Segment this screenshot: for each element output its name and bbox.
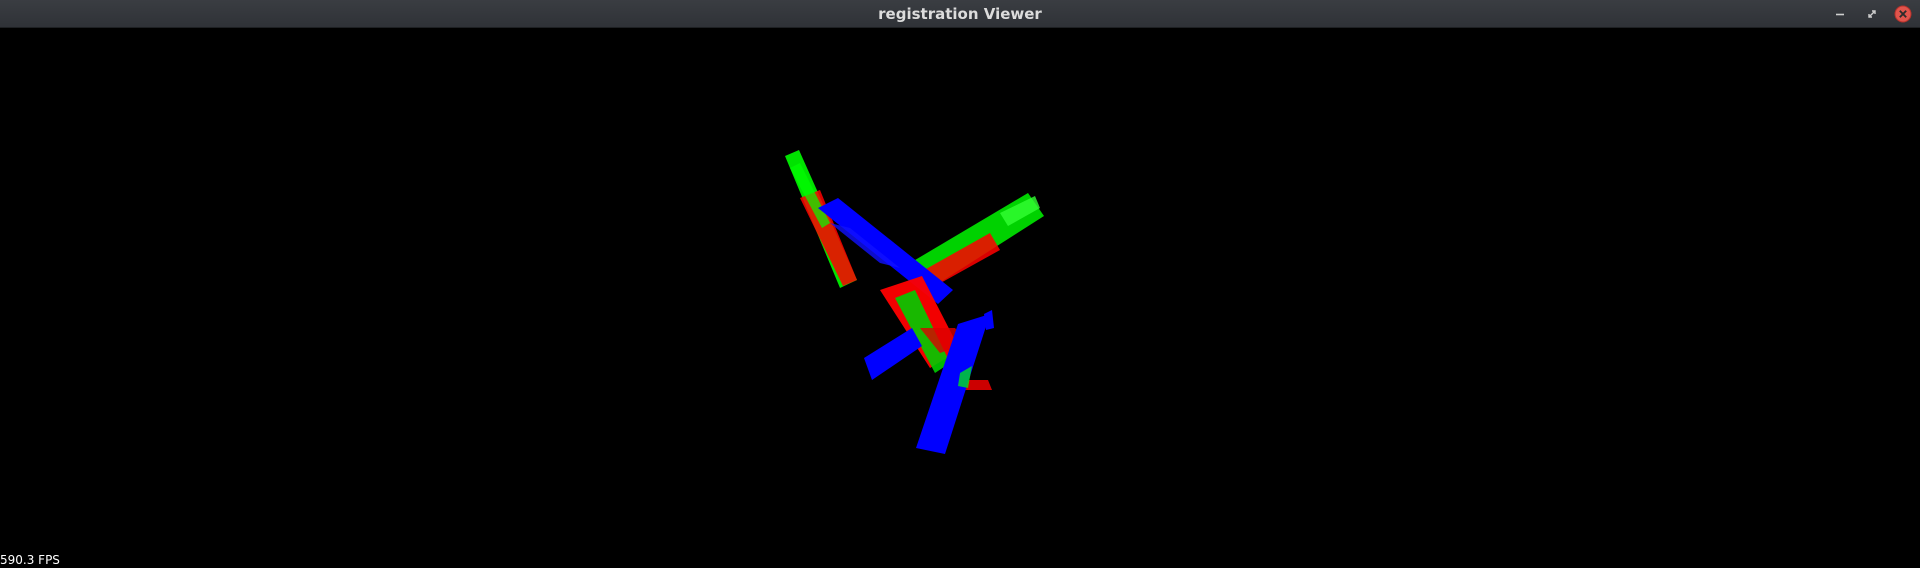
render-viewport[interactable]: 590.3 FPS [0, 28, 1920, 568]
window-title: registration Viewer [878, 5, 1042, 23]
fps-counter: 590.3 FPS [0, 553, 60, 567]
minimize-button[interactable] [1831, 5, 1849, 23]
minimize-icon [1836, 13, 1844, 16]
viewer-window: registration Viewer 590.3 FPS [0, 0, 1920, 568]
maximize-icon [1868, 10, 1876, 18]
point-cloud-scene [785, 150, 1044, 454]
title-bar[interactable]: registration Viewer [0, 0, 1920, 28]
point-cloud-blue-stub-left [864, 328, 922, 380]
close-icon [1894, 5, 1912, 23]
close-button[interactable] [1894, 5, 1912, 23]
maximize-button[interactable] [1863, 5, 1881, 23]
